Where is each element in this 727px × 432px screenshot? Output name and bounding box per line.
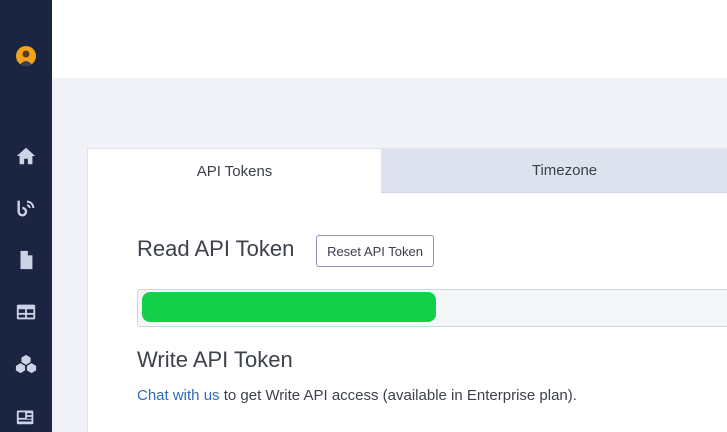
chat-with-us-link[interactable]: Chat with us: [137, 387, 220, 404]
top-bar: [52, 0, 727, 78]
tab-timezone-label: Timezone: [531, 162, 598, 179]
sidebar: [0, 0, 52, 432]
media-icon[interactable]: [15, 405, 37, 427]
settings-card: API Tokens Timezone Read API Token Reset…: [87, 148, 727, 432]
table-icon[interactable]: [15, 301, 37, 323]
user-avatar[interactable]: [16, 46, 36, 66]
tab-api-tokens-label: API Tokens: [196, 162, 273, 180]
reset-api-token-button[interactable]: Reset API Token: [316, 235, 434, 267]
tab-api-tokens[interactable]: API Tokens: [88, 149, 381, 193]
blog-icon[interactable]: [15, 197, 37, 219]
read-api-token-title: Read API Token: [137, 236, 295, 261]
tab-timezone[interactable]: Timezone: [381, 149, 727, 193]
home-icon[interactable]: [15, 145, 37, 167]
write-api-note: Chat with us to get Write API access (av…: [137, 387, 577, 404]
token-redaction-mask: [142, 292, 436, 322]
document-icon[interactable]: [15, 249, 37, 271]
write-api-token-title: Write API Token: [137, 347, 293, 372]
cubes-icon[interactable]: [15, 353, 37, 375]
write-api-note-text: to get Write API access (available in En…: [219, 387, 577, 404]
read-api-token-field[interactable]: [137, 289, 727, 327]
